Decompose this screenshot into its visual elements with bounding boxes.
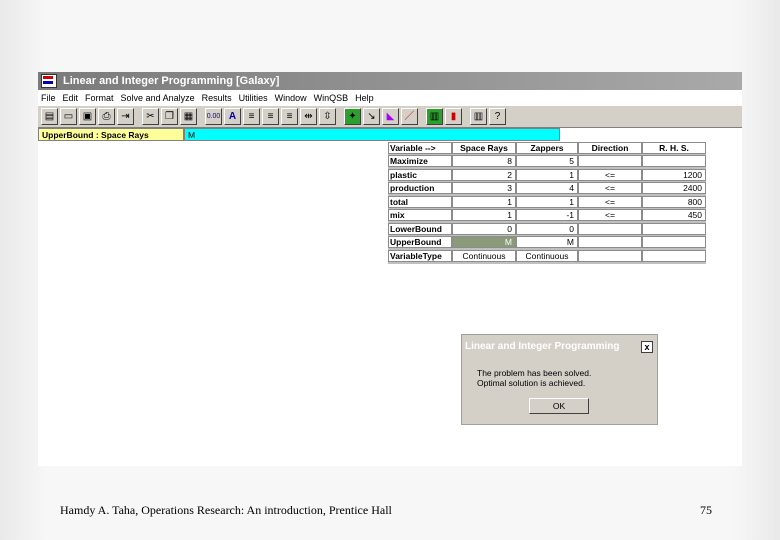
menu-results[interactable]: Results — [202, 93, 232, 103]
cell-reference: UpperBound : Space Rays — [38, 128, 184, 141]
chart-icon[interactable]: ◣ — [382, 108, 399, 125]
header-space-rays[interactable]: Space Rays — [452, 142, 516, 154]
row-label-production: production — [388, 182, 452, 194]
cell-lowerbound-space-rays[interactable]: 0 — [452, 223, 516, 235]
menu-help[interactable]: Help — [355, 93, 374, 103]
solved-dialog: Linear and Integer Programming x The pro… — [461, 334, 658, 425]
help-icon[interactable]: ? — [489, 108, 506, 125]
row-label-lowerbound: LowerBound — [388, 223, 452, 235]
column-width-icon[interactable]: ⇹ — [300, 108, 317, 125]
font-icon[interactable]: A — [224, 108, 241, 125]
dialog-message-optimal: Optimal solution is achieved. — [477, 378, 586, 388]
open-icon[interactable]: ▤ — [41, 108, 58, 125]
app-icon — [41, 74, 57, 88]
ok-button[interactable]: OK — [529, 398, 589, 414]
cell-total-direction[interactable]: <= — [578, 196, 642, 208]
close-icon[interactable]: x — [641, 341, 653, 353]
bar-chart-icon[interactable]: ▮ — [445, 108, 462, 125]
solve-icon[interactable]: ✦ — [344, 108, 361, 125]
cell-plastic-rhs[interactable]: 1200 — [642, 169, 706, 181]
matrix-icon[interactable]: ▥ — [470, 108, 487, 125]
cell-mix-space-rays[interactable]: 1 — [452, 209, 516, 221]
align-center-icon[interactable]: ≡ — [262, 108, 279, 125]
cell-lowerbound-zappers[interactable]: 0 — [516, 223, 578, 235]
cell-upperbound-rhs — [642, 236, 706, 248]
cell-upperbound-space-rays[interactable]: M — [452, 236, 516, 248]
align-left-icon[interactable]: ≡ — [243, 108, 260, 125]
slide-caption: Hamdy A. Taha, Operations Research: An i… — [60, 503, 392, 517]
align-right-icon[interactable]: ≡ — [281, 108, 298, 125]
row-label-maximize: Maximize — [388, 155, 452, 167]
new-icon[interactable]: ▭ — [60, 108, 77, 125]
print-icon[interactable]: ⎙ — [98, 108, 115, 125]
table-icon[interactable]: ▥ — [426, 108, 443, 125]
copy-icon[interactable]: ❐ — [161, 108, 178, 125]
menu-winqsb[interactable]: WinQSB — [314, 93, 349, 103]
cell-plastic-space-rays[interactable]: 2 — [452, 169, 516, 181]
row-height-icon[interactable]: ⇳ — [319, 108, 336, 125]
cell-mix-zappers[interactable]: -1 — [516, 209, 578, 221]
paste-icon[interactable]: ▦ — [180, 108, 197, 125]
cut-icon[interactable]: ✂ — [142, 108, 159, 125]
menu-window[interactable]: Window — [275, 93, 307, 103]
menu-edit[interactable]: Edit — [63, 93, 79, 103]
menu-bar: File Edit Format Solve and Analyze Resul… — [38, 90, 742, 105]
exit-icon[interactable]: ⇥ — [117, 108, 134, 125]
header-zappers[interactable]: Zappers — [516, 142, 578, 154]
window-title: Linear and Integer Programming [Galaxy] — [63, 75, 280, 87]
header-variable: Variable --> — [388, 142, 452, 154]
cell-value-input[interactable]: M — [184, 128, 560, 141]
app-window: Linear and Integer Programming [Galaxy] … — [38, 72, 742, 466]
row-label-variabletype: VariableType — [388, 250, 452, 262]
header-direction: Direction — [578, 142, 642, 154]
row-label-mix: mix — [388, 209, 452, 221]
cell-upperbound-direction — [578, 236, 642, 248]
cell-maximize-rhs[interactable] — [642, 155, 706, 167]
header-rhs: R. H. S. — [642, 142, 706, 154]
menu-solve-and-analyze[interactable]: Solve and Analyze — [121, 93, 195, 103]
save-icon[interactable]: ▣ — [79, 108, 96, 125]
cell-total-space-rays[interactable]: 1 — [452, 196, 516, 208]
cell-variabletype-zappers[interactable]: Continuous — [516, 250, 578, 262]
page-number: 75 — [700, 503, 712, 517]
cell-variabletype-direction — [578, 250, 642, 262]
cell-lowerbound-direction — [578, 223, 642, 235]
cell-production-zappers[interactable]: 4 — [516, 182, 578, 194]
cell-mix-direction[interactable]: <= — [578, 209, 642, 221]
model-grid: Variable --> Space Rays Zappers Directio… — [388, 142, 706, 264]
cell-maximize-direction[interactable] — [578, 155, 642, 167]
dialog-title: Linear and Integer Programming — [465, 341, 620, 352]
cell-maximize-space-rays[interactable]: 8 — [452, 155, 516, 167]
cell-maximize-zappers[interactable]: 5 — [516, 155, 578, 167]
menu-format[interactable]: Format — [85, 93, 114, 103]
number-format-icon[interactable]: 0.00 — [205, 108, 222, 125]
graph-icon[interactable]: ↘ — [363, 108, 380, 125]
edit-bar: UpperBound : Space Rays M — [38, 128, 742, 142]
row-label-plastic: plastic — [388, 169, 452, 181]
dialog-message-solved: The problem has been solved. — [477, 368, 592, 378]
cell-total-rhs[interactable]: 800 — [642, 196, 706, 208]
row-label-upperbound: UpperBound — [388, 236, 452, 248]
menu-file[interactable]: File — [41, 93, 56, 103]
cancel-icon[interactable]: ／ — [401, 108, 418, 125]
cell-lowerbound-rhs — [642, 223, 706, 235]
cell-mix-rhs[interactable]: 450 — [642, 209, 706, 221]
cell-production-rhs[interactable]: 2400 — [642, 182, 706, 194]
cell-plastic-direction[interactable]: <= — [578, 169, 642, 181]
toolbar: ▤ ▭ ▣ ⎙ ⇥ ✂ ❐ ▦ 0.00 A ≡ ≡ ≡ ⇹ ⇳ ✦ ↘ ◣ ／… — [38, 105, 742, 128]
title-bar: Linear and Integer Programming [Galaxy] — [38, 72, 742, 90]
cell-plastic-zappers[interactable]: 1 — [516, 169, 578, 181]
cell-production-direction[interactable]: <= — [578, 182, 642, 194]
cell-upperbound-zappers[interactable]: M — [516, 236, 578, 248]
row-label-total: total — [388, 196, 452, 208]
cell-variabletype-rhs — [642, 250, 706, 262]
cell-variabletype-space-rays[interactable]: Continuous — [452, 250, 516, 262]
cell-production-space-rays[interactable]: 3 — [452, 182, 516, 194]
cell-total-zappers[interactable]: 1 — [516, 196, 578, 208]
menu-utilities[interactable]: Utilities — [239, 93, 268, 103]
